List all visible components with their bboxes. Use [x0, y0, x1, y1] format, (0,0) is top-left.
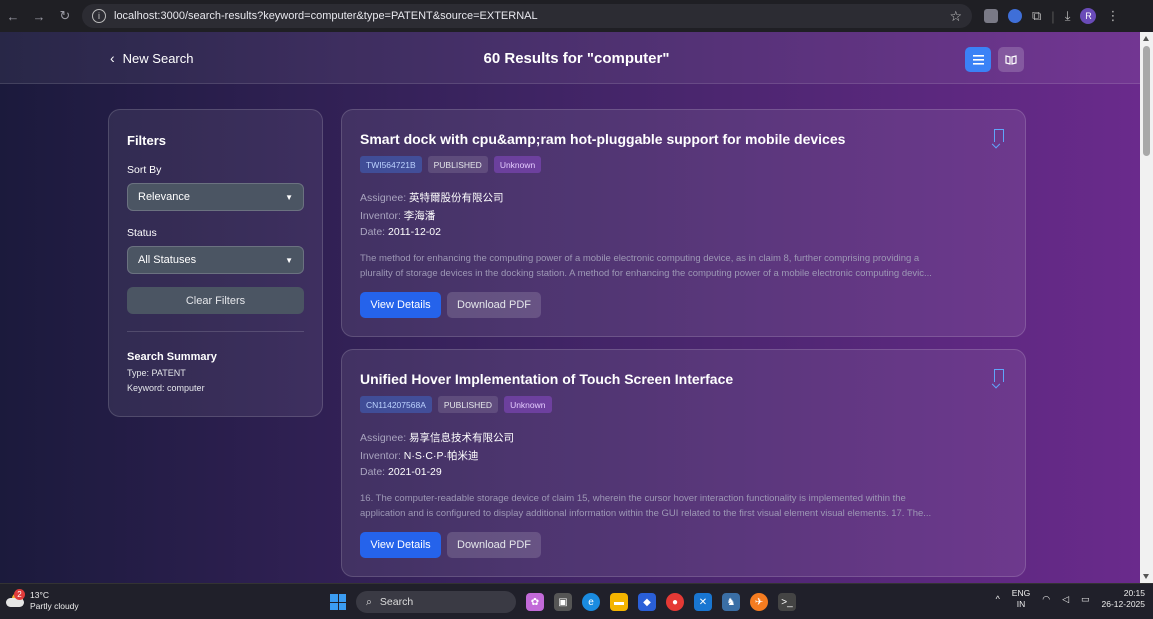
date-line: Date: 2011-12-02 — [360, 226, 441, 238]
card-actions: View Details Download PDF — [360, 532, 541, 558]
battery-icon[interactable]: ▭ — [1081, 594, 1090, 605]
weather-badge: 2 — [14, 589, 25, 600]
inventor-line: Inventor: N·S·C·P·帕米迪 — [360, 450, 479, 462]
reload-icon[interactable]: ↻ — [54, 5, 76, 27]
view-details-button[interactable]: View Details — [360, 532, 441, 558]
search-summary-title: Search Summary — [127, 351, 217, 363]
list-icon — [972, 54, 984, 65]
extension-icon[interactable] — [984, 9, 998, 23]
edge-browser-icon[interactable]: e — [582, 593, 600, 611]
postgres-icon[interactable]: ♞ — [722, 593, 740, 611]
type-badge: Unknown — [493, 156, 542, 173]
browser-toolbar: ← → ↻ i localhost:3000/search-results?ke… — [0, 0, 1153, 32]
bookmark-star-icon[interactable]: ☆ — [949, 8, 962, 25]
windows-start-icon[interactable] — [330, 594, 346, 610]
summary-type: Type: PATENT — [127, 368, 186, 378]
extension-icon[interactable] — [1008, 9, 1022, 23]
download-icon[interactable]: ⤓ — [1065, 8, 1071, 24]
task-view-icon[interactable]: ▣ — [554, 593, 572, 611]
list-view-button[interactable] — [965, 47, 991, 72]
clock[interactable]: 20:15 26-12-2025 — [1102, 588, 1145, 610]
assignee-line: Assignee: 英特爾股份有限公司 — [360, 192, 504, 204]
bookmark-icon[interactable] — [994, 369, 1004, 382]
chevron-down-icon: ▼ — [285, 255, 293, 265]
inventor-line: Inventor: 李海潘 — [360, 210, 436, 222]
status-select[interactable]: All Statuses ▼ — [127, 246, 304, 274]
filters-title: Filters — [127, 133, 167, 148]
view-details-button[interactable]: View Details — [360, 292, 441, 318]
sort-by-select[interactable]: Relevance ▼ — [127, 183, 304, 211]
sort-by-value: Relevance — [138, 191, 190, 203]
menu-kebab-icon[interactable]: ⋮ — [1106, 8, 1119, 24]
clear-filters-button[interactable]: Clear Filters — [127, 287, 304, 314]
store-icon[interactable]: ◆ — [638, 593, 656, 611]
status-badge: PUBLISHED — [427, 156, 488, 173]
page-content: ‹ New Search 60 Results for "computer" F… — [0, 32, 1140, 583]
language-indicator[interactable]: ENG IN — [1012, 588, 1030, 610]
sort-by-label: Sort By — [127, 164, 162, 176]
scroll-down-icon[interactable] — [1143, 574, 1149, 579]
result-title[interactable]: Smart dock with cpu&amp;ram hot-pluggabl… — [360, 131, 845, 147]
patent-id-badge: TWI564721B — [360, 156, 422, 173]
result-card: Smart dock with cpu&amp;ram hot-pluggabl… — [341, 109, 1026, 337]
address-bar[interactable]: i localhost:3000/search-results?keyword=… — [82, 4, 972, 28]
book-icon — [1005, 54, 1017, 65]
page-scrollbar[interactable] — [1140, 32, 1153, 583]
extensions-puzzle-icon[interactable]: ⧉ — [1032, 8, 1041, 24]
os-taskbar: 2 13°C Partly cloudy ⌕ Search ✿ ▣ e ▬ ◆ … — [0, 583, 1153, 619]
bookmark-icon[interactable] — [994, 129, 1004, 142]
extensions-area: ⧉ | ⤓ R ⋮ — [984, 8, 1119, 24]
download-pdf-button[interactable]: Download PDF — [447, 532, 541, 558]
result-abstract: The method for enhancing the computing p… — [360, 253, 932, 279]
taskbar-search[interactable]: ⌕ Search — [356, 591, 516, 613]
postman-icon[interactable]: ✈ — [750, 593, 768, 611]
browser-nav: ← → ↻ — [2, 5, 76, 27]
scroll-up-icon[interactable] — [1143, 36, 1149, 41]
partly-cloudy-icon: 2 — [6, 589, 26, 609]
forward-arrow-icon[interactable]: → — [28, 5, 50, 27]
date-line: Date: 2021-01-29 — [360, 466, 442, 478]
taskbar-search-label: Search — [379, 596, 414, 608]
chevron-up-icon[interactable]: ^ — [996, 594, 1000, 604]
weather-temp: 13°C — [30, 590, 49, 600]
terminal-icon[interactable]: >_ — [778, 593, 796, 611]
badge-row: CN114207568A PUBLISHED Unknown — [360, 396, 552, 413]
site-info-icon[interactable]: i — [92, 9, 106, 23]
wifi-icon[interactable]: ◠ — [1042, 594, 1050, 605]
weather-desc: Partly cloudy — [30, 601, 79, 611]
scrollbar-thumb[interactable] — [1143, 46, 1150, 156]
book-view-button[interactable] — [998, 47, 1024, 72]
badge-row: TWI564721B PUBLISHED Unknown — [360, 156, 542, 173]
clock-date: 26-12-2025 — [1101, 599, 1145, 609]
volume-icon[interactable]: ◁ — [1062, 594, 1069, 605]
profile-avatar[interactable]: R — [1080, 8, 1097, 24]
status-label: Status — [127, 227, 157, 239]
status-badge: PUBLISHED — [437, 396, 499, 413]
system-tray: ^ ENG IN ◠ ◁ ▭ 20:15 26-12-2025 — [996, 588, 1145, 610]
assignee-line: Assignee: 易享信息技术有限公司 — [360, 432, 515, 444]
clock-time: 20:15 — [1123, 588, 1145, 598]
weather-widget[interactable]: 2 13°C Partly cloudy — [6, 589, 79, 612]
results-header: ‹ New Search 60 Results for "computer" — [0, 32, 1140, 84]
widgets-icon[interactable]: ✿ — [526, 593, 544, 611]
chrome-icon[interactable]: ● — [666, 593, 684, 611]
search-icon: ⌕ — [366, 595, 372, 608]
divider — [127, 331, 304, 332]
url-text[interactable]: localhost:3000/search-results?keyword=co… — [114, 10, 538, 22]
taskbar-apps: ⌕ Search ✿ ▣ e ▬ ◆ ● ✕ ♞ ✈ >_ — [330, 591, 796, 613]
result-abstract: 16. The computer-readable storage device… — [360, 493, 932, 519]
vscode-icon[interactable]: ✕ — [694, 593, 712, 611]
back-arrow-icon[interactable]: ← — [2, 5, 24, 27]
chevron-down-icon: ▼ — [285, 192, 293, 202]
patent-id-badge: CN114207568A — [360, 396, 432, 413]
summary-keyword: Keyword: computer — [127, 383, 205, 393]
card-actions: View Details Download PDF — [360, 292, 541, 318]
status-value: All Statuses — [138, 254, 197, 266]
download-pdf-button[interactable]: Download PDF — [447, 292, 541, 318]
result-title[interactable]: Unified Hover Implementation of Touch Sc… — [360, 371, 733, 387]
type-badge: Unknown — [504, 396, 552, 413]
filters-panel: Filters Sort By Relevance ▼ Status All S… — [108, 109, 323, 417]
file-explorer-icon[interactable]: ▬ — [610, 593, 628, 611]
result-card: Unified Hover Implementation of Touch Sc… — [341, 349, 1026, 577]
